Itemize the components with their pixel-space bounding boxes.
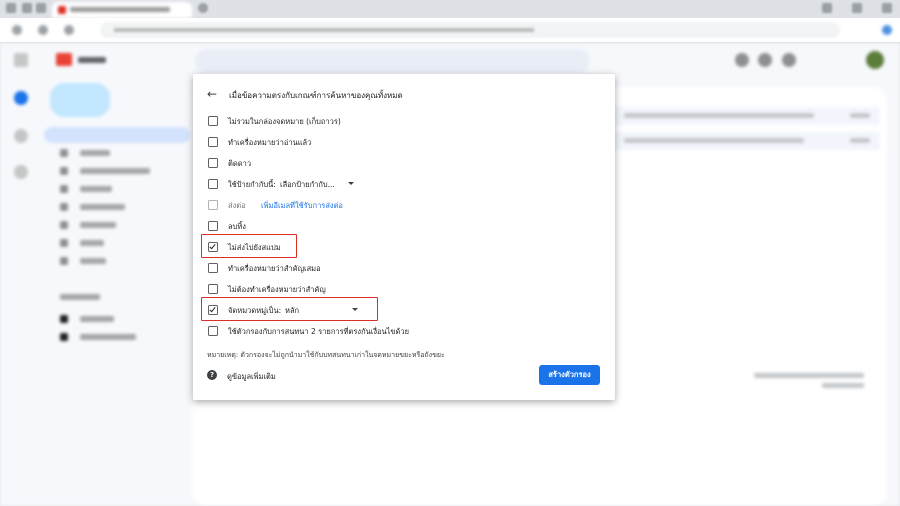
home-icon[interactable]	[64, 25, 74, 35]
url-field[interactable]	[100, 22, 840, 38]
arrow-left-icon[interactable]: ←	[207, 88, 221, 100]
window-maximize-icon[interactable]	[852, 3, 862, 13]
url-text	[114, 28, 534, 32]
create-filter-button[interactable]: สร้างตัวกรอง	[539, 365, 600, 385]
mail-row-date	[850, 138, 870, 143]
people-icon	[60, 239, 68, 247]
option-label: ติดดาว	[228, 159, 252, 168]
nav-sent[interactable]	[60, 185, 170, 193]
checkbox[interactable]	[208, 158, 218, 168]
checkbox[interactable]	[208, 326, 218, 336]
gmail-logo[interactable]	[56, 53, 106, 67]
nav-label	[80, 334, 136, 340]
nav-label	[80, 186, 112, 192]
browser-menu-icon[interactable]	[6, 3, 16, 13]
label-select[interactable]: เลือกป้ายกำกับ...	[280, 179, 335, 191]
add-forwarding-address-link[interactable]: เพิ่มอีเมลที่ใช้รับการส่งต่อ	[261, 200, 343, 212]
nav-label	[80, 204, 125, 210]
gmail-m-icon	[56, 53, 72, 66]
extension-icon[interactable]	[882, 25, 892, 35]
labels-heading	[60, 293, 170, 301]
back-nav-icon[interactable]	[12, 25, 22, 35]
checkbox[interactable]	[208, 179, 218, 189]
nav-social[interactable]	[60, 239, 170, 247]
support-icon[interactable]	[735, 53, 749, 67]
nav-label	[80, 258, 106, 264]
chat-rail-icon[interactable]	[14, 129, 28, 143]
chevron-down-icon	[60, 257, 68, 265]
option-label: ลบทิ้ง	[228, 222, 246, 231]
option-label: ไม่รวมในกล่องจดหมาย (เก็บถาวร)	[228, 117, 341, 126]
highlight-categorize	[201, 297, 378, 321]
nav-drafts[interactable]	[60, 203, 170, 211]
checkbox[interactable]	[208, 137, 218, 147]
browser-profile-icon[interactable]	[22, 3, 32, 13]
nav-label	[80, 240, 104, 246]
option-label: ทำเครื่องหมายว่าอ่านแล้ว	[228, 138, 312, 147]
nav-snoozed[interactable]	[60, 167, 170, 175]
new-tab-icon[interactable]	[198, 3, 208, 13]
nav-label	[80, 222, 116, 228]
label-dot-icon	[60, 333, 68, 341]
label-item[interactable]	[60, 333, 170, 341]
star-icon	[60, 149, 68, 157]
clock-icon	[60, 167, 68, 175]
refresh-icon[interactable]	[38, 25, 48, 35]
window-close-icon[interactable]	[882, 3, 892, 13]
option-label: ใช้ตัวกรองกับการสนทนา 2 รายการที่ตรงกันเ…	[228, 327, 409, 336]
compose-button[interactable]	[50, 83, 110, 117]
settings-icon[interactable]	[758, 53, 772, 67]
mail-row-date	[850, 113, 870, 118]
apps-grid-icon[interactable]	[782, 53, 796, 67]
checkbox[interactable]	[208, 284, 218, 294]
send-icon	[60, 185, 68, 193]
option-label: ใช้ป้ายกำกับนี้:	[228, 180, 276, 189]
nav-label	[80, 168, 150, 174]
activity-info	[822, 383, 864, 388]
gmail-wordmark	[78, 57, 106, 63]
mail-row-text	[624, 113, 814, 118]
browser-tab-title	[70, 7, 170, 12]
caret-down-icon[interactable]	[348, 182, 354, 185]
highlight-never-spam	[201, 234, 297, 258]
browser-address-bar	[0, 18, 900, 43]
mail-row-text	[624, 138, 804, 143]
draft-icon	[60, 203, 68, 211]
app-rail	[0, 43, 42, 506]
nav-categories[interactable]	[60, 221, 170, 229]
nav-label	[80, 150, 110, 156]
search-bar[interactable]	[195, 49, 590, 73]
label-dot-icon	[60, 315, 68, 323]
filter-note: หมายเหตุ: ตัวกรองจะไม่ถูกนำมาใช้กับบทสนท…	[207, 351, 445, 359]
question-mark-icon[interactable]: ?	[207, 370, 217, 380]
option-label: ทำเครื่องหมายว่าสำคัญเสมอ	[228, 264, 321, 273]
main-menu-icon[interactable]	[14, 53, 28, 67]
dialog-header-text: เมื่อข้อความตรงกับเกณฑ์การค้นหาของคุณทั้…	[229, 91, 403, 100]
gmail-favicon-icon	[58, 6, 66, 14]
browser-tab-bar	[0, 0, 900, 18]
nav-inbox[interactable]	[44, 127, 190, 143]
window-minimize-icon[interactable]	[822, 3, 832, 13]
checkbox[interactable]	[208, 221, 218, 231]
checkbox[interactable]	[208, 263, 218, 273]
browser-tab-gmail[interactable]	[52, 2, 192, 18]
checkbox	[208, 200, 218, 210]
nav-label	[80, 316, 114, 322]
avatar[interactable]	[866, 51, 884, 69]
label-item[interactable]	[60, 315, 170, 323]
filter-dialog: ← เมื่อข้อความตรงกับเกณฑ์การค้นหาของคุณท…	[193, 74, 615, 400]
learn-more-link[interactable]: ดูข้อมูลเพิ่มเติม	[227, 371, 276, 383]
mail-rail-icon[interactable]	[14, 91, 28, 105]
nav-more[interactable]	[60, 257, 170, 265]
browser-tab-list-icon[interactable]	[36, 3, 46, 13]
label-icon	[60, 221, 68, 229]
labels-heading-text	[60, 294, 100, 300]
option-label: ส่งต่อ	[228, 201, 246, 210]
option-label: ไม่ต้องทำเครื่องหมายว่าสำคัญ	[228, 285, 326, 294]
meet-rail-icon[interactable]	[14, 165, 28, 179]
checkbox[interactable]	[208, 116, 218, 126]
storage-info	[754, 373, 864, 378]
nav-starred[interactable]	[60, 149, 170, 157]
